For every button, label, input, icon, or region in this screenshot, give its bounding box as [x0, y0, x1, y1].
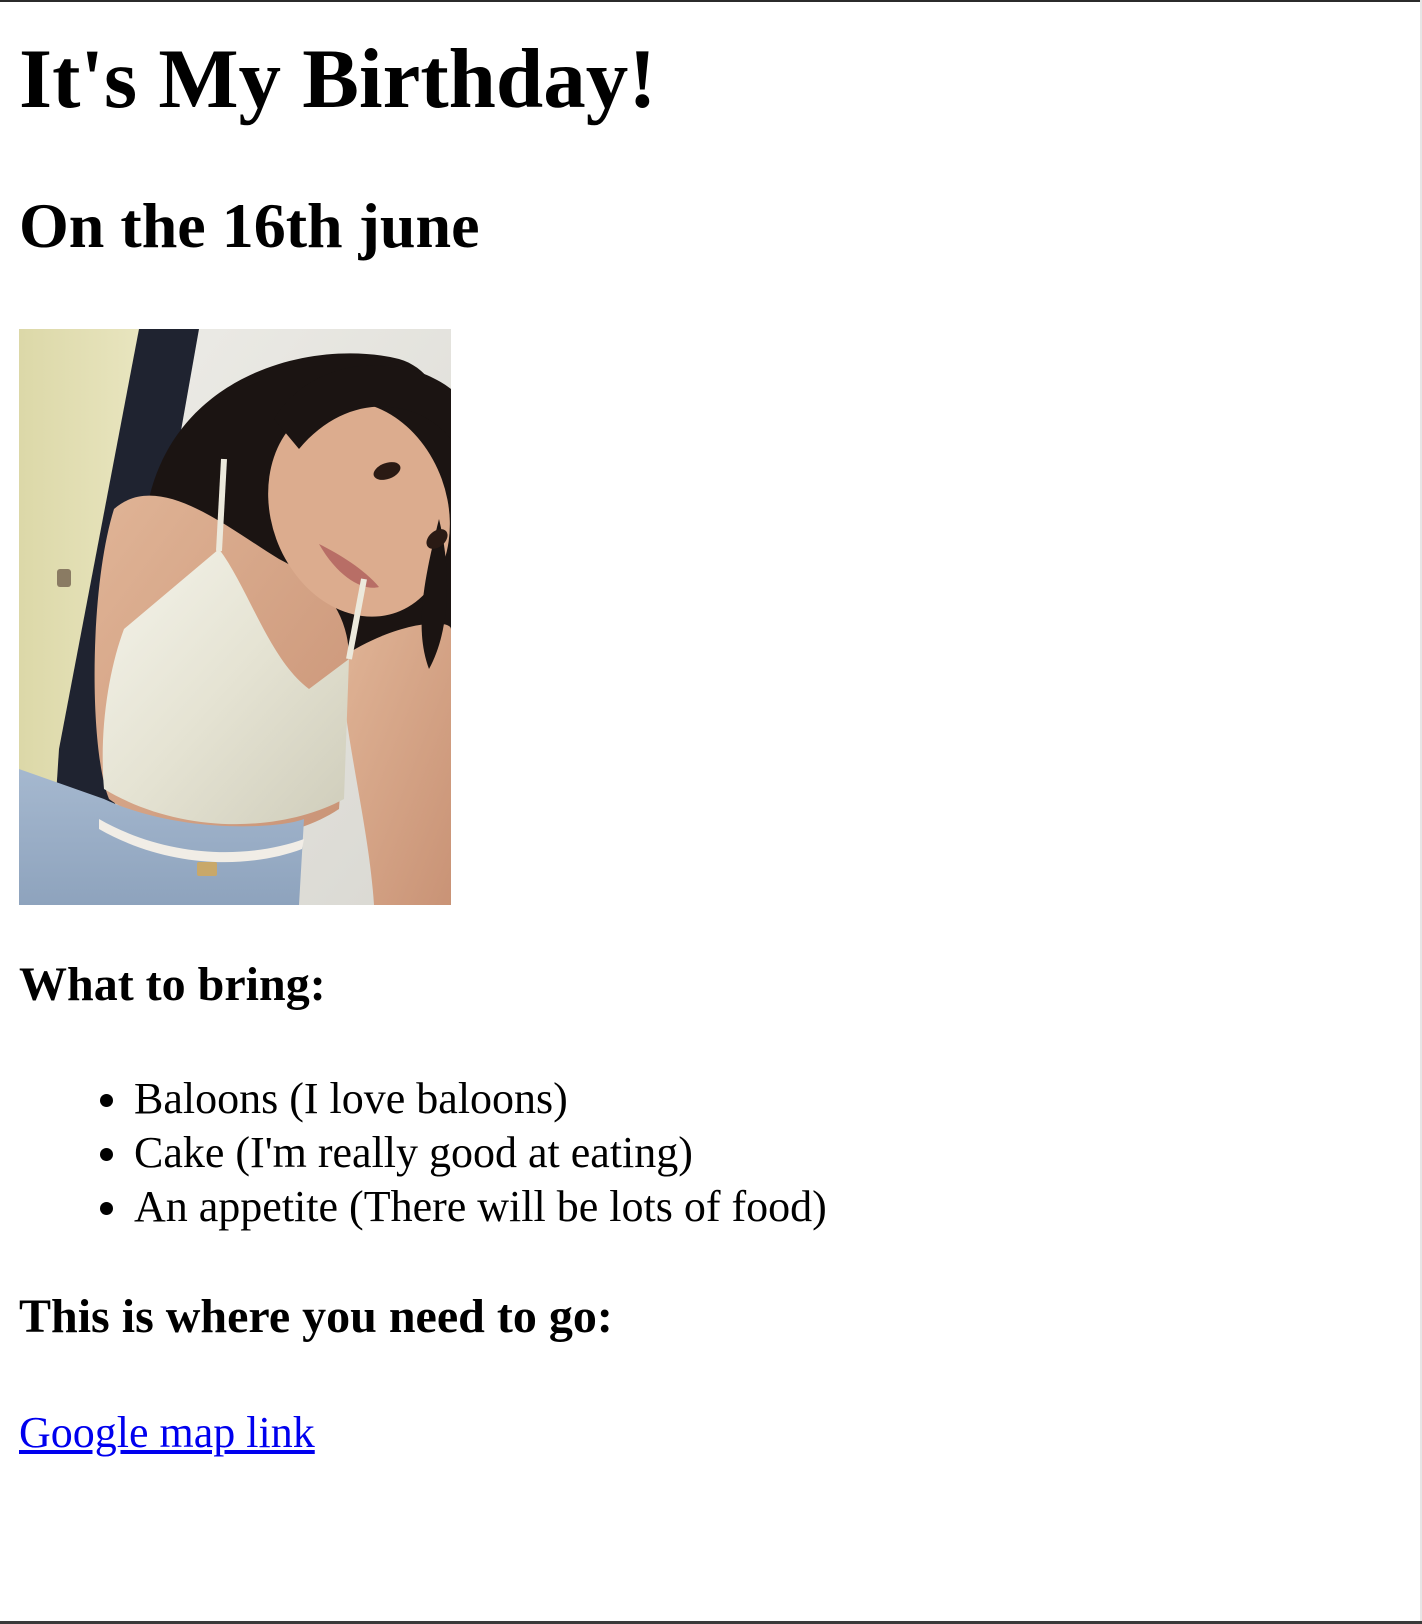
- list-item-label: An appetite (There will be lots of food): [134, 1182, 827, 1231]
- list-item-label: Cake (I'm really good at eating): [134, 1128, 693, 1177]
- what-to-bring-heading: What to bring:: [19, 958, 326, 1011]
- directions-heading: This is where you need to go:: [19, 1290, 613, 1343]
- list-item: Cake (I'm really good at eating): [100, 1126, 827, 1180]
- list-item: An appetite (There will be lots of food): [100, 1180, 827, 1234]
- list-item-label: Baloons (I love baloons): [134, 1074, 568, 1123]
- google-map-link[interactable]: Google map link: [19, 1406, 315, 1460]
- bring-list: Baloons (I love baloons) Cake (I'm reall…: [19, 1072, 827, 1234]
- selfie-photo: [19, 329, 451, 905]
- bullet-icon: [100, 1202, 113, 1215]
- bullet-icon: [100, 1148, 113, 1161]
- page-title: It's My Birthday!: [19, 32, 657, 126]
- bullet-icon: [100, 1094, 113, 1107]
- list-item: Baloons (I love baloons): [100, 1072, 827, 1126]
- window-top-border: [0, 0, 1422, 2]
- event-date-heading: On the 16th june: [19, 190, 480, 261]
